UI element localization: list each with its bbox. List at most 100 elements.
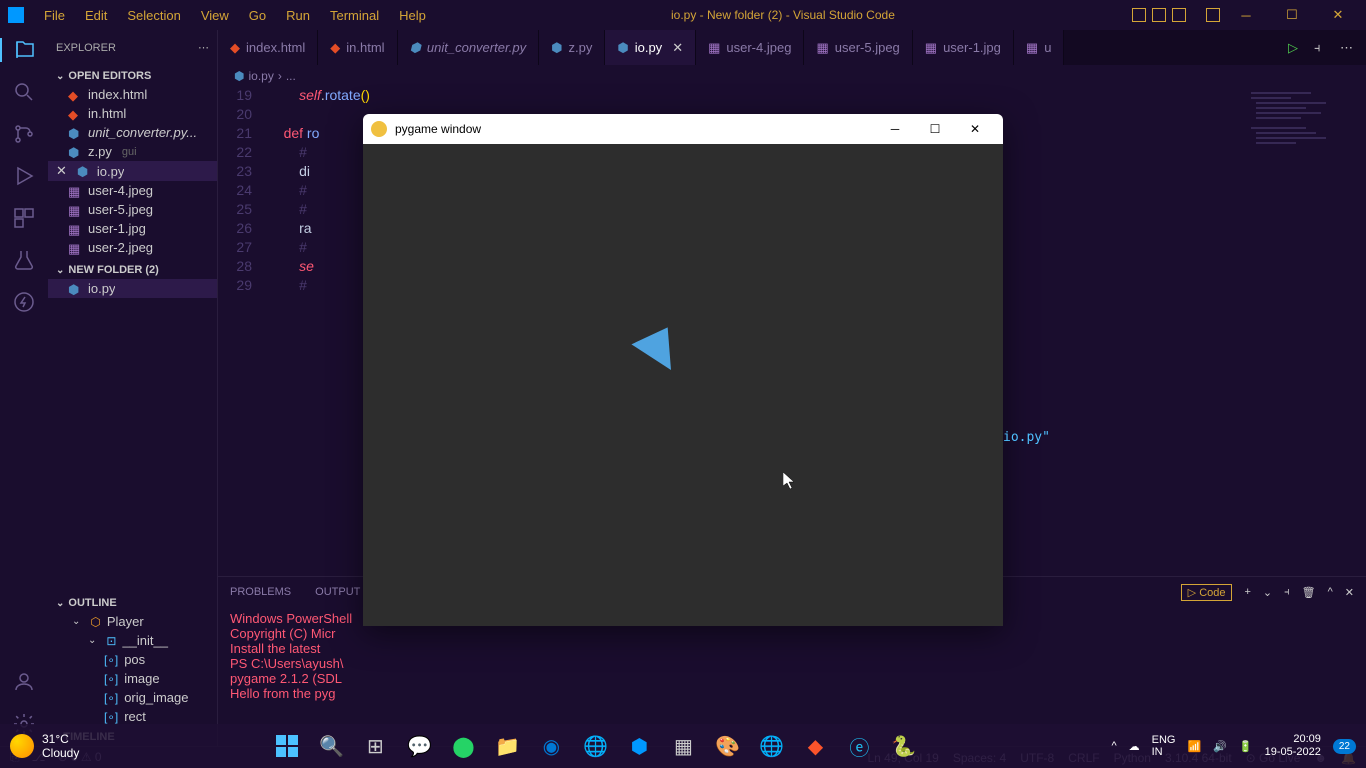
- chevron-down-icon[interactable]: ⌄: [1263, 586, 1272, 599]
- run-debug-icon[interactable]: [12, 164, 36, 188]
- source-control-icon[interactable]: [12, 122, 36, 146]
- python-icon[interactable]: 🐍: [884, 727, 922, 765]
- open-editor-item[interactable]: ▦user-2.jpeg: [48, 238, 217, 257]
- editor-tab[interactable]: ▦user-4.jpeg: [696, 30, 804, 65]
- minimize-button[interactable]: ─: [1226, 1, 1266, 29]
- task-view-icon[interactable]: ⊞: [356, 727, 394, 765]
- editor-tab[interactable]: ◆in.html: [318, 30, 397, 65]
- terminal-profile[interactable]: ▷ Code: [1181, 584, 1233, 601]
- open-editor-item[interactable]: ◆in.html: [48, 104, 217, 123]
- search-icon[interactable]: [12, 80, 36, 104]
- chrome-canary-icon[interactable]: 🌐: [752, 727, 790, 765]
- maximize-panel-icon[interactable]: ^: [1328, 586, 1333, 598]
- menu-edit[interactable]: Edit: [77, 4, 115, 27]
- ie-icon[interactable]: ⓔ: [840, 727, 878, 765]
- section-open-editors[interactable]: ⌄OPEN EDITORS: [48, 67, 217, 85]
- open-editor-item[interactable]: ▦user-1.jpg: [48, 219, 217, 238]
- section-folder[interactable]: ⌄NEW FOLDER (2): [48, 261, 217, 279]
- menu-go[interactable]: Go: [241, 4, 274, 27]
- extensions-icon[interactable]: [12, 206, 36, 230]
- close-icon[interactable]: ✕: [672, 40, 683, 56]
- pygame-minimize-button[interactable]: ─: [875, 115, 915, 143]
- file-icon: ⬢: [68, 126, 82, 140]
- explorer-icon[interactable]: 📁: [488, 727, 526, 765]
- split-icon[interactable]: ⫞: [1314, 40, 1330, 56]
- editor-tab[interactable]: ⬢io.py✕: [605, 30, 696, 65]
- edge-icon[interactable]: ◉: [532, 727, 570, 765]
- outline-item[interactable]: [∘]orig_image: [48, 688, 217, 707]
- split-terminal-icon[interactable]: ⫞: [1284, 586, 1290, 599]
- outline-item[interactable]: [∘]image: [48, 669, 217, 688]
- weather-widget[interactable]: 31°C Cloudy: [10, 732, 79, 760]
- section-outline[interactable]: ⌄OUTLINE: [48, 594, 217, 612]
- tray-chevron-icon[interactable]: ^: [1111, 740, 1116, 752]
- panel-tab-problems[interactable]: PROBLEMS: [230, 586, 291, 598]
- outline-item[interactable]: ⌄⊡__init__: [48, 631, 217, 650]
- paint-icon[interactable]: 🎨: [708, 727, 746, 765]
- onedrive-icon[interactable]: ☁: [1129, 740, 1140, 753]
- layout-icon[interactable]: [1172, 8, 1186, 22]
- menu-run[interactable]: Run: [278, 4, 318, 27]
- layout-icon[interactable]: [1152, 8, 1166, 22]
- pygame-close-button[interactable]: ✕: [955, 115, 995, 143]
- open-editor-item[interactable]: ▦user-5.jpeg: [48, 200, 217, 219]
- new-terminal-icon[interactable]: +: [1244, 586, 1250, 598]
- search-icon[interactable]: 🔍: [312, 727, 350, 765]
- menu-help[interactable]: Help: [391, 4, 434, 27]
- more-icon[interactable]: ⋯: [1340, 40, 1356, 56]
- brave-icon[interactable]: ◆: [796, 727, 834, 765]
- open-editor-item[interactable]: ⬢unit_converter.py...: [48, 123, 217, 142]
- outline-item[interactable]: ⌄⬡Player: [48, 612, 217, 631]
- notification-badge[interactable]: 22: [1333, 739, 1356, 754]
- editor-tab[interactable]: ▦u: [1014, 30, 1065, 65]
- volume-icon[interactable]: 🔊: [1213, 740, 1227, 753]
- more-icon[interactable]: ⋯: [198, 41, 209, 54]
- file-name: in.html: [88, 106, 126, 121]
- open-editor-item[interactable]: ▦user-4.jpeg: [48, 181, 217, 200]
- editor-tab[interactable]: ▦user-1.jpg: [913, 30, 1014, 65]
- pygame-maximize-button[interactable]: ☐: [915, 115, 955, 143]
- teams-icon[interactable]: 💬: [400, 727, 438, 765]
- account-icon[interactable]: [12, 670, 36, 694]
- file-name: user-4.jpeg: [88, 183, 153, 198]
- clock[interactable]: 20:09 19-05-2022: [1265, 733, 1321, 759]
- thunder-icon[interactable]: [12, 290, 36, 314]
- testing-icon[interactable]: [12, 248, 36, 272]
- open-editor-item[interactable]: ⬢z.pygui: [48, 142, 217, 161]
- maximize-button[interactable]: ☐: [1272, 1, 1312, 29]
- editor-tab[interactable]: ⬢z.py: [539, 30, 605, 65]
- customize-layout-icon[interactable]: [1206, 8, 1220, 22]
- open-editor-item[interactable]: ✕⬢io.py: [48, 161, 217, 181]
- menu-selection[interactable]: Selection: [119, 4, 188, 27]
- language-indicator[interactable]: ENG IN: [1152, 734, 1176, 758]
- wifi-icon[interactable]: 📶: [1187, 740, 1201, 753]
- vscode-icon[interactable]: ⬢: [620, 727, 658, 765]
- menu-terminal[interactable]: Terminal: [322, 4, 387, 27]
- system-tray: ^ ☁ ENG IN 📶 🔊 🔋 20:09 19-05-2022 22: [1111, 733, 1356, 759]
- panel-tab-output[interactable]: OUTPUT: [315, 586, 360, 598]
- trash-icon[interactable]: 🗑: [1302, 586, 1316, 599]
- menu-view[interactable]: View: [193, 4, 237, 27]
- close-panel-icon[interactable]: ✕: [1345, 586, 1354, 599]
- whatsapp-icon[interactable]: ⬤: [444, 727, 482, 765]
- breadcrumb[interactable]: ⬢ io.py › ...: [218, 65, 1366, 87]
- battery-icon[interactable]: 🔋: [1239, 740, 1253, 753]
- outline-item[interactable]: [∘]pos: [48, 650, 217, 669]
- editor-tab[interactable]: ▦user-5.jpeg: [804, 30, 912, 65]
- app-icon[interactable]: ▦: [664, 727, 702, 765]
- menu-file[interactable]: File: [36, 4, 73, 27]
- editor-tab[interactable]: ⬢unit_converter.py: [398, 30, 540, 65]
- layout-icon[interactable]: [1132, 8, 1146, 22]
- explorer-icon[interactable]: [0, 38, 48, 62]
- close-icon[interactable]: ✕: [56, 163, 67, 179]
- close-button[interactable]: ✕: [1318, 1, 1358, 29]
- start-icon[interactable]: [268, 727, 306, 765]
- pygame-canvas[interactable]: [363, 144, 1003, 626]
- chrome-icon[interactable]: 🌐: [576, 727, 614, 765]
- open-editor-item[interactable]: ◆index.html: [48, 85, 217, 104]
- editor-tab[interactable]: ◆index.html: [218, 30, 318, 65]
- folder-file-item[interactable]: ⬢io.py: [48, 279, 217, 298]
- minimap[interactable]: [1246, 87, 1366, 287]
- pygame-titlebar[interactable]: pygame window ─ ☐ ✕: [363, 114, 1003, 144]
- run-icon[interactable]: ▷: [1288, 40, 1304, 56]
